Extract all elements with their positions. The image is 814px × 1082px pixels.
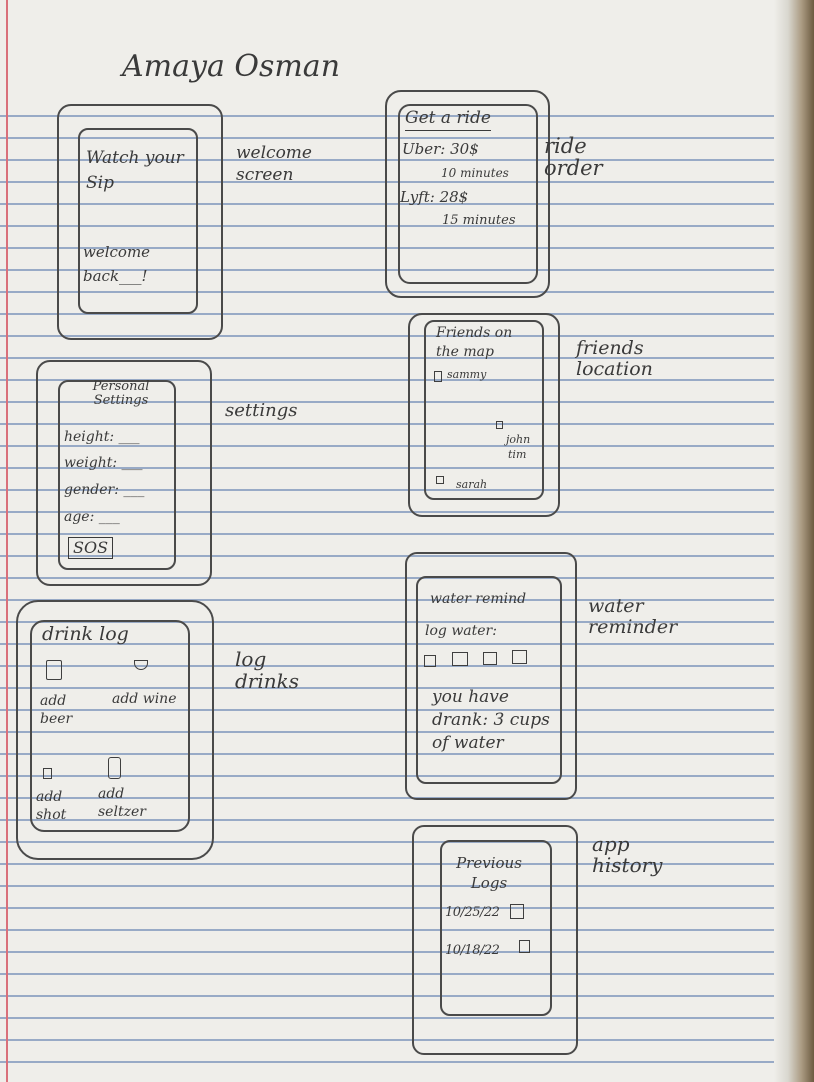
settings-field: gender: ___ xyxy=(64,482,145,498)
margin-line xyxy=(6,0,8,1082)
water-screen-label: water reminder xyxy=(588,595,678,638)
friend-name: sammy xyxy=(447,368,487,381)
friend-name: sarah xyxy=(456,478,488,491)
history-log-entry[interactable]: 10/25/22 xyxy=(445,906,500,919)
water-status: you have drank: 3 cups of water xyxy=(432,687,550,753)
seltzer-icon xyxy=(108,757,121,779)
history-log-icon xyxy=(510,904,524,919)
drink-log-title: drink log xyxy=(42,623,129,645)
uber-eta: 10 minutes xyxy=(441,166,509,180)
friend-name: john xyxy=(506,433,531,446)
ride-title: Get a ride xyxy=(405,110,491,131)
ride-screen-label: ride order xyxy=(544,134,603,181)
shot-icon xyxy=(43,768,52,779)
settings-title: Personal Settings xyxy=(92,379,150,409)
history-screen-label: app history xyxy=(592,832,663,877)
drink-log-screen-label: log drinks xyxy=(235,647,300,693)
water-cup-checkbox[interactable] xyxy=(452,652,468,666)
lyft-eta: 15 minutes xyxy=(442,213,516,228)
add-wine-button[interactable]: add wine xyxy=(112,692,176,706)
add-shot-button[interactable]: add shot xyxy=(36,788,82,824)
settings-field: age: ___ xyxy=(64,509,120,525)
water-title: water remind xyxy=(430,591,527,607)
add-seltzer-button[interactable]: add seltzer xyxy=(98,785,158,821)
friend-marker-icon xyxy=(496,421,503,429)
settings-field: height: ___ xyxy=(64,429,140,445)
history-title: Previous Logs xyxy=(456,854,522,892)
log-water-label: log water: xyxy=(425,623,497,639)
lyft-option[interactable]: Lyft: 28$ xyxy=(400,190,468,205)
author-name: Amaya Osman xyxy=(122,49,341,84)
settings-field: weight: ___ xyxy=(64,455,143,471)
history-log-icon xyxy=(519,940,530,953)
beer-icon xyxy=(46,660,62,680)
welcome-greeting: welcome back___! xyxy=(83,243,151,285)
welcome-screen-label: welcome screen xyxy=(236,143,312,186)
sos-button[interactable]: SOS xyxy=(68,537,114,559)
friend-marker-icon xyxy=(436,476,444,484)
uber-option[interactable]: Uber: 30$ xyxy=(402,142,479,157)
add-beer-button[interactable]: add beer xyxy=(40,692,90,728)
water-cup-checkbox[interactable] xyxy=(483,652,497,665)
friends-screen-label: friends location xyxy=(576,337,653,380)
friend-name: tim xyxy=(508,448,527,461)
settings-screen-label: settings xyxy=(225,400,298,421)
welcome-title: Watch your Sip xyxy=(86,148,184,193)
friend-marker-icon xyxy=(434,371,442,382)
paper-edge xyxy=(774,0,814,1082)
water-cup-checkbox[interactable] xyxy=(424,655,436,667)
friends-title: Friends on the map xyxy=(436,325,513,360)
history-log-entry[interactable]: 10/18/22 xyxy=(445,944,500,957)
water-cup-checkbox[interactable] xyxy=(512,650,527,664)
